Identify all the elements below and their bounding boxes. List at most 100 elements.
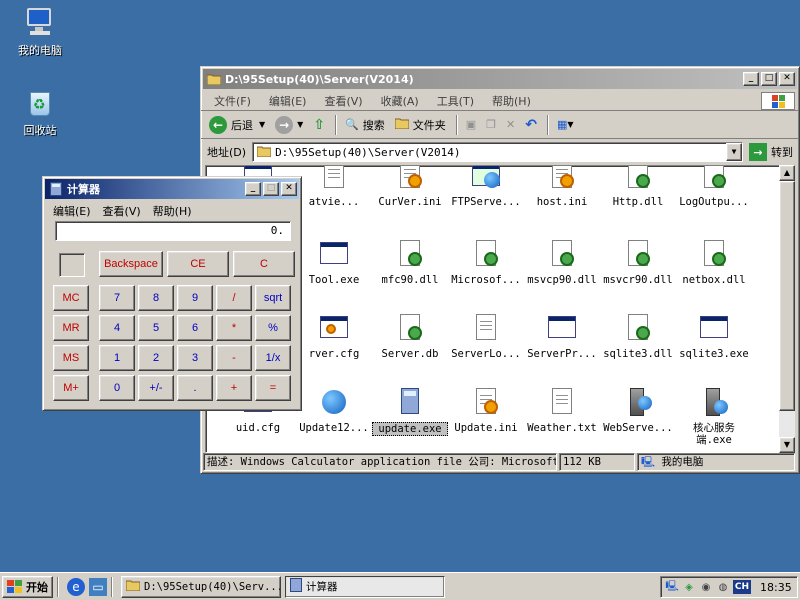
file-item[interactable]: rver.cfg <box>296 312 372 360</box>
file-item[interactable]: Weather.txt <box>524 386 600 434</box>
explorer-titlebar[interactable]: D:\95Setup(40)\Server(V2014) _ □ ✕ <box>203 69 797 89</box>
memory-recall-button[interactable]: MR <box>53 315 89 341</box>
desktop-icon-recycle-bin[interactable]: ♻ 回收站 <box>2 86 78 138</box>
tray-app-icon[interactable]: ◈ <box>682 580 696 594</box>
menu-tools[interactable]: 工具(T) <box>428 91 483 111</box>
key-three-button[interactable]: 3 <box>177 345 213 371</box>
close-button[interactable]: ✕ <box>779 72 795 86</box>
file-item[interactable]: msvcp90.dll <box>524 238 600 286</box>
menu-help[interactable]: 帮助(H) <box>483 91 540 111</box>
minimize-button[interactable]: _ <box>743 72 759 86</box>
maximize-button[interactable]: □ <box>263 182 279 196</box>
key-nine-button[interactable]: 9 <box>177 285 213 311</box>
delete-button[interactable]: ✕ <box>502 116 519 133</box>
memory-store-button[interactable]: MS <box>53 345 89 371</box>
file-item[interactable]: WebServe... <box>600 386 676 434</box>
key-two-button[interactable]: 2 <box>138 345 174 371</box>
key-seven-button[interactable]: 7 <box>99 285 135 311</box>
taskbar-button-explorer[interactable]: D:\95Setup(40)\Serv... <box>121 575 281 598</box>
views-button[interactable]: ▦ ▼ <box>553 116 578 133</box>
tray-service-icon[interactable]: ◉ <box>699 580 713 594</box>
key-equals-button[interactable]: = <box>255 375 291 401</box>
address-input[interactable]: D:\95Setup(40)\Server(V2014) ▼ <box>252 142 743 162</box>
forward-button[interactable]: → ▼ <box>271 114 307 136</box>
file-item[interactable]: CurVer.ini <box>372 166 448 208</box>
scroll-up-button[interactable]: ▲ <box>779 165 795 181</box>
key-sqrt-button[interactable]: sqrt <box>255 285 291 311</box>
clear-entry-button[interactable]: CE <box>167 251 229 277</box>
menu-view[interactable]: 查看(V) <box>315 91 371 111</box>
file-item[interactable]: FTPServe... <box>448 166 524 208</box>
memory-add-button[interactable]: M+ <box>53 375 89 401</box>
file-item[interactable]: update.exe <box>372 386 448 436</box>
key-subtract-button[interactable]: - <box>216 345 252 371</box>
key-zero-button[interactable]: 0 <box>99 375 135 401</box>
scroll-thumb[interactable] <box>779 181 795 411</box>
key-four-button[interactable]: 4 <box>99 315 135 341</box>
scroll-down-button[interactable]: ▼ <box>779 437 795 453</box>
key-one-button[interactable]: 1 <box>99 345 135 371</box>
menu-favorites[interactable]: 收藏(A) <box>372 91 428 111</box>
file-item[interactable]: atvie... <box>296 166 372 208</box>
taskbar-button-calculator[interactable]: 计算器 <box>285 575 445 598</box>
key-five-button[interactable]: 5 <box>138 315 174 341</box>
file-item[interactable]: mfc90.dll <box>372 238 448 286</box>
menu-help[interactable]: 帮助(H) <box>147 201 198 221</box>
file-item[interactable]: sqlite3.exe <box>676 312 752 360</box>
file-item[interactable]: netbox.dll <box>676 238 752 286</box>
desktop-icon-my-computer[interactable]: 我的电脑 <box>2 6 78 58</box>
file-item[interactable]: msvcr90.dll <box>600 238 676 286</box>
menu-view[interactable]: 查看(V) <box>97 201 147 221</box>
file-item[interactable]: Update12... <box>296 386 372 434</box>
internet-explorer-icon[interactable]: e <box>67 577 85 596</box>
file-item[interactable]: Server.db <box>372 312 448 360</box>
backspace-button[interactable]: Backspace <box>99 251 163 277</box>
file-item[interactable]: ServerLo... <box>448 312 524 360</box>
minimize-button[interactable]: _ <box>245 182 261 196</box>
tray-security-icon[interactable]: ◍ <box>716 580 730 594</box>
maximize-button[interactable]: □ <box>761 72 777 86</box>
folder-up-icon: ⇧ <box>313 116 326 133</box>
key-divide-button[interactable]: / <box>216 285 252 311</box>
file-item[interactable]: Tool.exe <box>296 238 372 286</box>
input-language-indicator[interactable]: CH <box>733 580 751 594</box>
key-sign-button[interactable]: +/- <box>138 375 174 401</box>
key-eight-button[interactable]: 8 <box>138 285 174 311</box>
key-reciprocal-button[interactable]: 1/x <box>255 345 291 371</box>
copy-to-button[interactable]: ❐ <box>482 116 500 133</box>
menu-edit[interactable]: 编辑(E) <box>260 91 316 111</box>
menu-edit[interactable]: 编辑(E) <box>47 201 97 221</box>
file-item[interactable]: Http.dll <box>600 166 676 208</box>
key-six-button[interactable]: 6 <box>177 315 213 341</box>
key-decimal-button[interactable]: . <box>177 375 213 401</box>
file-item[interactable]: sqlite3.dll <box>600 312 676 360</box>
network-icon[interactable]: 🖳 <box>665 580 679 594</box>
close-button[interactable]: ✕ <box>281 182 297 196</box>
go-button[interactable]: → 转到 <box>749 143 793 161</box>
vertical-scrollbar[interactable]: ▲ ▼ <box>779 165 795 453</box>
key-multiply-button[interactable]: * <box>216 315 252 341</box>
key-percent-button[interactable]: % <box>255 315 291 341</box>
file-item[interactable]: ServerPr... <box>524 312 600 360</box>
key-add-button[interactable]: + <box>216 375 252 401</box>
folders-button[interactable]: 文件夹 <box>391 115 450 135</box>
file-item[interactable]: Microsof... <box>448 238 524 286</box>
up-button[interactable]: ⇧ <box>309 115 329 135</box>
menu-file[interactable]: 文件(F) <box>205 91 260 111</box>
calculator-titlebar[interactable]: 计算器 _ □ ✕ <box>45 179 299 199</box>
clear-button[interactable]: C <box>233 251 295 277</box>
memory-clear-button[interactable]: MC <box>53 285 89 311</box>
file-item[interactable]: Update.ini <box>448 386 524 434</box>
clock[interactable]: 18:35 <box>760 581 792 594</box>
start-button[interactable]: 开始 <box>2 575 53 598</box>
back-button[interactable]: ← 后退 ▼ <box>205 114 269 136</box>
file-item[interactable]: LogOutpu... <box>676 166 752 208</box>
file-item[interactable]: 核心服务端.exe <box>676 386 752 446</box>
my-computer-icon: 🖳 <box>641 456 656 468</box>
move-to-button[interactable]: ▣ <box>462 116 480 133</box>
search-button[interactable]: 🔍 搜索 <box>341 115 389 135</box>
address-dropdown-button[interactable]: ▼ <box>726 143 742 161</box>
file-item[interactable]: host.ini <box>524 166 600 208</box>
undo-button[interactable]: ↶ <box>521 115 541 135</box>
show-desktop-icon[interactable]: ▭ <box>89 577 107 596</box>
